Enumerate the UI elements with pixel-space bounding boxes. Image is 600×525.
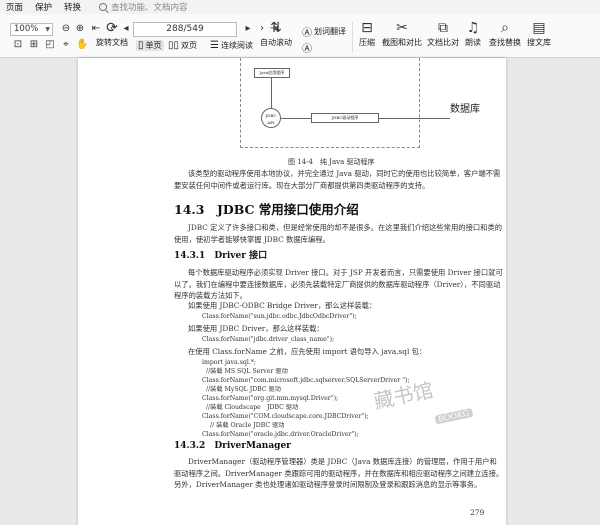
code-line: import java.sql.*; — [202, 359, 256, 366]
chevron-down-icon: ▼ — [45, 26, 50, 33]
paragraph: 如果使用 JDBC Driver，那么这样装载： — [188, 324, 324, 333]
menu-protect[interactable]: 保护 — [35, 1, 52, 13]
toolbar: 100% ▼ ⊖ ⊕ ⇤ ‹ ◂ 288/549 ▸ › ⇥ ⊡ ⊞ ◰ ⌖ ✋… — [0, 14, 600, 58]
feature-search[interactable]: 查找功能、文档内容 — [99, 1, 188, 13]
diagram-connector — [379, 118, 450, 119]
search-icon — [99, 3, 108, 11]
page-number: 279 — [470, 508, 485, 517]
zoom-out-icon[interactable]: ⊖ — [60, 23, 72, 35]
document-page: Java应用程序 JDBC API JDBC驱动程序 数据库 图 14-4 纯 … — [78, 58, 506, 525]
continuous-reading-button[interactable]: ☰ 连续阅读 — [210, 40, 253, 51]
library-icon: ▤ — [532, 20, 546, 36]
compare-icon: ⧉ — [438, 20, 448, 36]
subsection-heading: 14.3.1 Driver 接口 — [174, 251, 268, 261]
zoom-select[interactable]: 100% ▼ — [10, 23, 53, 36]
diagram-app-box: Java应用程序 — [254, 68, 290, 78]
code-line: Class.forName("jdbc.driver_class_name"); — [202, 336, 335, 343]
document-compare-button[interactable]: ⧉ 文档比对 — [426, 19, 460, 48]
paragraph: 在使用 Class.forName 之前，应先使用 import 语句导入 ja… — [188, 347, 427, 356]
paragraph: 该类型的驱动程序使用本地协议，并完全通过 Java 驱动，同时它的使用也比较简单… — [174, 169, 501, 190]
auto-scroll-button[interactable]: ⇅ 自动滚动 — [256, 19, 296, 48]
compress-button[interactable]: ⊟ 压缩 — [356, 19, 378, 48]
read-aloud-button[interactable]: ♫ 朗读 — [462, 19, 484, 48]
zoom-value: 100% — [14, 24, 39, 34]
code-line: //装载 MS SQL Server 驱动 — [206, 368, 288, 375]
figure-caption: 图 14-4 纯 Java 驱动程序 — [288, 158, 375, 166]
translate-icon: Ⓐ — [302, 28, 312, 39]
diagram-api-circle: JDBC API — [261, 108, 281, 128]
section-heading: 14.3 JDBC 常用接口使用介绍 — [174, 202, 359, 217]
watermark-text: 藏书馆 — [371, 377, 436, 414]
continuous-icon: ☰ — [210, 40, 219, 51]
hand-tool-icon[interactable]: ✋ — [76, 39, 88, 51]
search-library-button[interactable]: ▤ 搜文库 — [526, 19, 552, 48]
diagram-database-cylinder: 数据库 — [450, 104, 480, 115]
single-page-button[interactable]: ▯ 单页 — [136, 40, 164, 51]
diagram-connector — [281, 118, 311, 119]
search-placeholder: 查找功能、文档内容 — [111, 3, 188, 13]
rotate-icon: ⟳ — [106, 20, 118, 36]
menu-page[interactable]: 页面 — [6, 1, 23, 13]
toolbar-divider — [352, 22, 353, 52]
rotate-document-button[interactable]: ⟳ 旋转文档 — [95, 19, 129, 48]
double-page-button[interactable]: ▯▯ 双页 — [168, 40, 197, 51]
actual-size-icon[interactable]: ◰ — [44, 39, 56, 51]
find-replace-button[interactable]: ⌕ 查找替换 — [488, 19, 522, 48]
double-page-icon: ▯▯ — [168, 40, 180, 51]
subsection-heading: 14.3.2 DriverManager — [174, 441, 291, 451]
screenshot-icon: ✂ — [396, 20, 408, 36]
fit-page-icon[interactable]: ⊡ — [12, 39, 24, 51]
diagram-driver-box: JDBC驱动程序 — [311, 113, 379, 123]
document-viewer[interactable]: Java应用程序 JDBC API JDBC驱动程序 数据库 图 14-4 纯 … — [0, 58, 600, 525]
page-number-input[interactable]: 288/549 — [133, 22, 237, 37]
select-tool-icon[interactable]: ⌖ — [60, 39, 72, 51]
single-page-icon: ▯ — [138, 40, 144, 51]
find-replace-icon: ⌕ — [501, 20, 509, 36]
paragraph: JDBC 定义了许多接口和类，但是经常使用的却不是很多。在这里我们介绍这些常用的… — [174, 223, 503, 244]
menu-convert[interactable]: 转换 — [64, 1, 81, 13]
paragraph: 如果使用 JDBC-ODBC Bridge Driver，那么这样装载： — [188, 301, 377, 310]
menu-bar: 页面 保护 转换 查找功能、文档内容 — [0, 0, 600, 14]
diagram-connector — [271, 78, 272, 108]
code-line: Class.forName("sun.jdbc.odbc.JdbcOdbcDri… — [202, 313, 357, 320]
zoom-in-icon[interactable]: ⊕ — [74, 23, 86, 35]
next-arrow-icon[interactable]: ▸ — [242, 23, 254, 35]
speaker-icon: ♫ — [466, 20, 480, 36]
full-translate-icon: Ⓐ — [302, 44, 312, 55]
screenshot-compare-button[interactable]: ✂ 截图和对比 — [381, 19, 423, 48]
auto-scroll-icon: ⇅ — [270, 20, 282, 36]
fit-width-icon[interactable]: ⊞ — [28, 39, 40, 51]
watermark-badge: BOOKG — [434, 407, 473, 425]
compress-icon: ⊟ — [361, 20, 373, 36]
full-translate-button[interactable]: Ⓐ — [302, 40, 314, 55]
word-translate-button[interactable]: Ⓐ 划词翻译 — [302, 24, 346, 39]
paragraph: 每个数据库驱动程序必须实现 Driver 接口。对于 JSP 开发者而言，只需要… — [174, 268, 503, 300]
paragraph: DriverManager（驱动程序管理器）类是 JDBC（Java 数据库连接… — [174, 457, 504, 489]
figure-diagram: Java应用程序 JDBC API JDBC驱动程序 — [238, 58, 450, 162]
